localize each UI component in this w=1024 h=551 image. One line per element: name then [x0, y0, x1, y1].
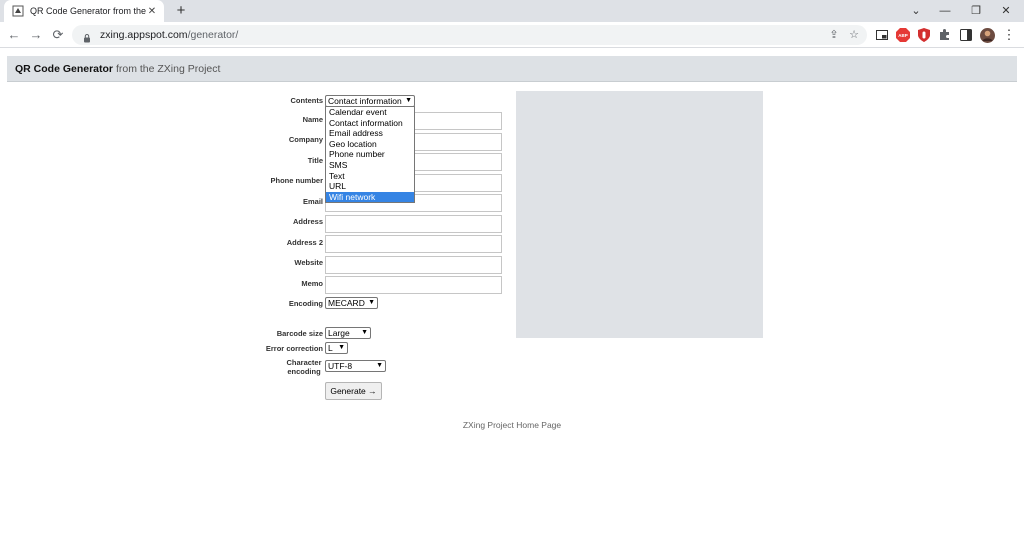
dropdown-option[interactable]: Phone number [326, 149, 414, 160]
error-correction-select[interactable]: L ▼ [325, 342, 348, 354]
barcode-size-select-value: Large [328, 328, 350, 338]
label-character-encoding: Character encoding [286, 358, 322, 376]
character-encoding-select[interactable]: UTF-8 ▼ [325, 360, 386, 372]
dropdown-option[interactable]: Geo location [326, 139, 414, 150]
barcode-size-select[interactable]: Large ▼ [325, 327, 371, 339]
browser-toolbar: ← → ⟳ zxing.appspot.com /generator/ ⇪ ☆ … [0, 22, 1024, 48]
error-correction-select-value: L [328, 343, 333, 353]
dropdown-option[interactable]: Calendar event [326, 107, 414, 118]
label-contents: Contents [290, 96, 324, 105]
side-panel-icon[interactable] [958, 27, 974, 43]
share-icon[interactable]: ⇪ [827, 28, 841, 42]
memo-field[interactable] [325, 276, 502, 294]
address-field[interactable] [325, 215, 502, 233]
tab-strip: QR Code Generator from the ZXi ✕ + ⌄ — ❐… [0, 0, 1024, 22]
encoding-select-value: MECARD [328, 298, 365, 308]
page-title-rest: from the ZXing Project [113, 63, 221, 75]
dropdown-option[interactable]: Text [326, 171, 414, 182]
label-email: Email [302, 197, 323, 206]
contents-dropdown-list: Calendar event Contact information Email a… [325, 106, 415, 204]
chevron-down-icon: ▼ [368, 299, 375, 306]
dropdown-option[interactable]: SMS [326, 160, 414, 171]
dropdown-option[interactable]: Contact information [326, 118, 414, 129]
bookmark-star-icon[interactable]: ☆ [847, 28, 861, 42]
page-header: QR Code Generator from the ZXing Project [7, 56, 1017, 82]
minimize-button[interactable]: — [934, 2, 956, 20]
label-website: Website [294, 258, 323, 267]
chevron-down-icon: ▼ [361, 329, 368, 336]
label-error-correction: Error correction [265, 344, 323, 353]
tab-title: QR Code Generator from the ZXi [30, 6, 146, 16]
extensions-puzzle-icon[interactable] [937, 27, 953, 43]
label-barcode-size: Barcode size [276, 329, 323, 338]
zxing-favicon-icon [12, 5, 24, 17]
forward-button[interactable]: → [27, 26, 45, 44]
website-field[interactable] [325, 256, 502, 274]
label-memo: Memo [301, 279, 323, 288]
extension-shield-icon[interactable] [916, 27, 932, 43]
svg-text:ABP: ABP [898, 33, 908, 38]
label-address: Address [292, 217, 323, 226]
dropdown-option[interactable]: URL [326, 181, 414, 192]
reload-button[interactable]: ⟳ [49, 26, 67, 44]
generate-button[interactable]: Generate → [325, 382, 382, 400]
contents-select-value: Contact information [328, 96, 402, 106]
zxing-home-link[interactable]: ZXing Project Home Page [0, 420, 1024, 430]
restore-button[interactable]: ❐ [965, 2, 987, 20]
label-name: Name [302, 115, 323, 124]
adblock-icon[interactable]: ABP [895, 27, 911, 43]
address2-field[interactable] [325, 235, 502, 253]
url-host: zxing.appspot.com [100, 29, 188, 41]
address-bar[interactable]: zxing.appspot.com /generator/ ⇪ ☆ [72, 25, 867, 45]
picture-in-picture-icon[interactable] [874, 27, 890, 43]
dropdown-option[interactable]: Wifi network [326, 191, 414, 203]
encoding-select[interactable]: MECARD ▼ [325, 297, 378, 309]
browser-tab[interactable]: QR Code Generator from the ZXi ✕ [4, 0, 164, 22]
page-title-strong: QR Code Generator [15, 63, 114, 75]
character-encoding-select-value: UTF-8 [328, 361, 353, 371]
chevron-down-icon: ▼ [338, 344, 345, 351]
page-title: QR Code Generator from the ZXing Project [15, 63, 220, 75]
qr-code-placeholder [516, 91, 763, 338]
label-title: Title [307, 156, 323, 165]
label-address2: Address 2 [286, 238, 323, 247]
tab-search-icon[interactable]: ⌄ [905, 2, 927, 20]
browser-menu-icon[interactable]: ⋮ [1001, 27, 1017, 43]
profile-avatar[interactable] [979, 27, 995, 43]
chevron-down-icon: ▼ [376, 362, 383, 369]
label-company: Company [288, 135, 323, 144]
label-phone: Phone number [270, 176, 323, 185]
back-button[interactable]: ← [5, 26, 23, 44]
url-path: /generator/ [187, 29, 239, 41]
new-tab-button[interactable]: + [172, 2, 190, 20]
label-encoding: Encoding [288, 299, 323, 308]
close-tab-icon[interactable]: ✕ [146, 6, 158, 17]
lock-icon [82, 30, 92, 43]
dropdown-option[interactable]: Email address [326, 128, 414, 139]
close-window-button[interactable]: ✕ [995, 2, 1017, 20]
chevron-down-icon: ▼ [405, 97, 412, 104]
